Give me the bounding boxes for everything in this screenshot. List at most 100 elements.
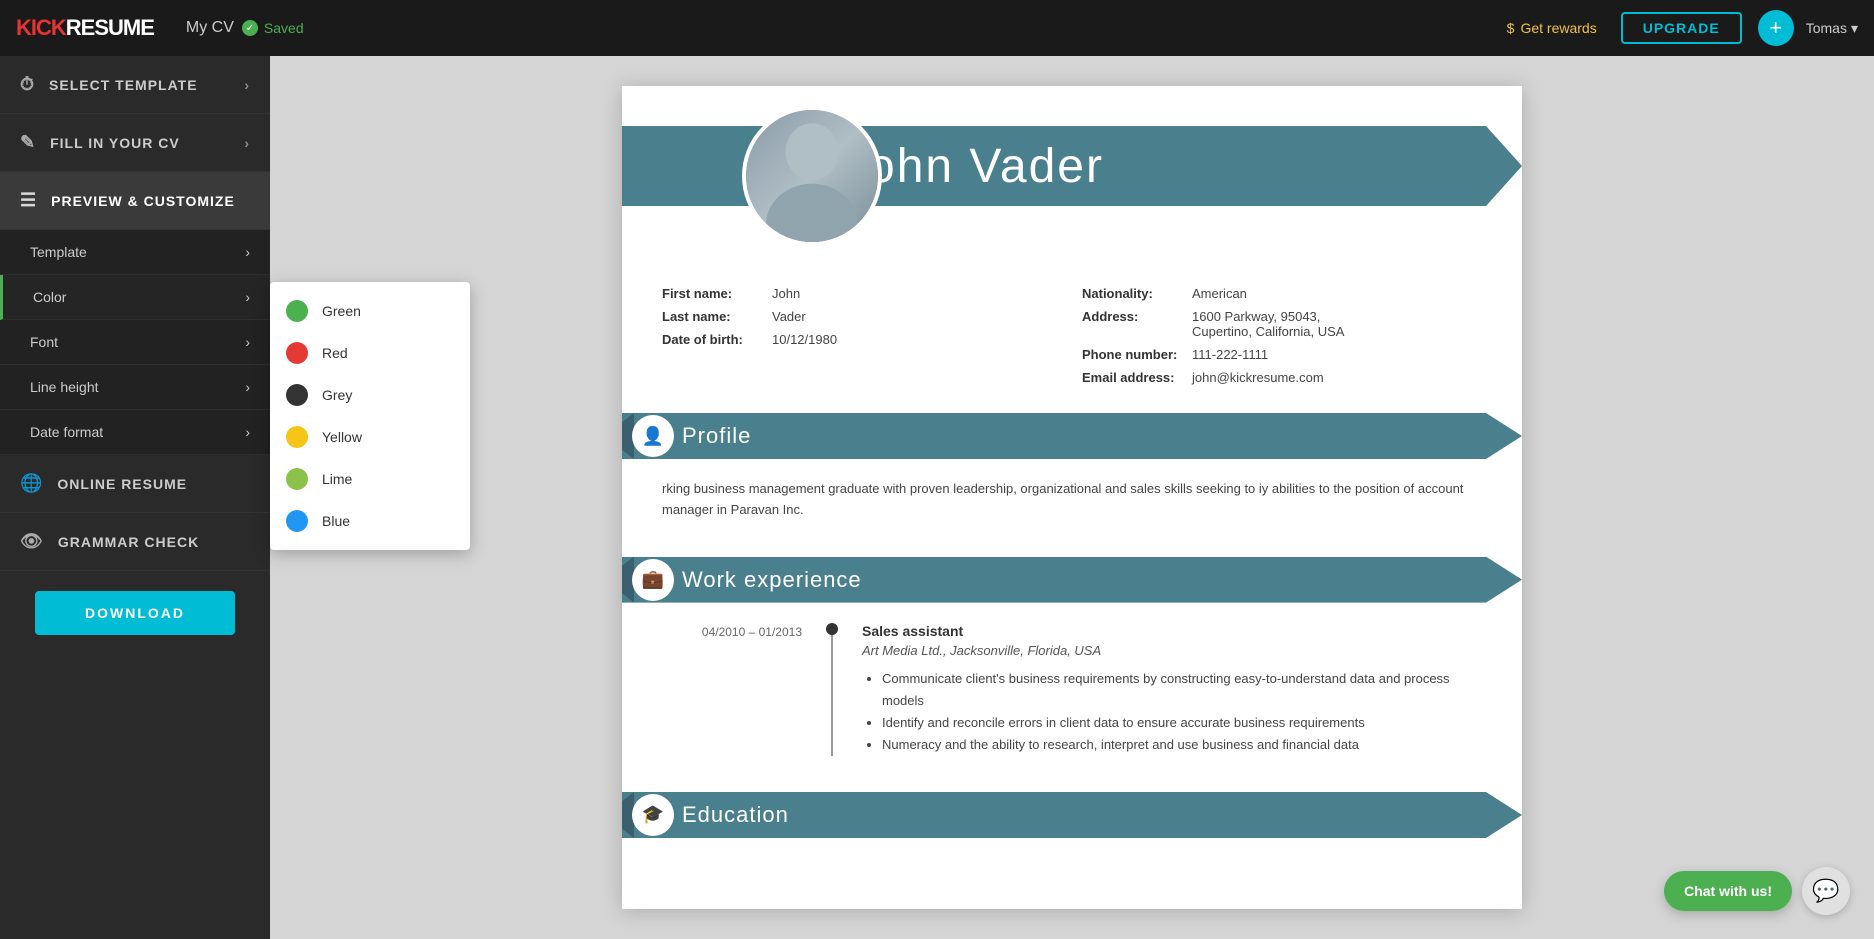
- chevron-right-icon: ›: [244, 135, 250, 151]
- upgrade-button[interactable]: UPGRADE: [1621, 12, 1742, 44]
- profile-icon: 👤: [632, 415, 674, 457]
- info-last-name: Last name: Vader: [662, 309, 1062, 324]
- color-option-red[interactable]: Red: [270, 332, 470, 374]
- resume-area: John Vader First name: John: [270, 56, 1874, 939]
- color-dropdown: Green Red Grey Yellow Lime Blue: [270, 282, 470, 550]
- grey-dot: [286, 384, 308, 406]
- profile-title: Profile: [682, 423, 751, 449]
- rewards-button[interactable]: $ Get rewards: [1507, 20, 1597, 36]
- sidebar-item-preview[interactable]: ☰ PREVIEW & CUSTOMIZE: [0, 172, 270, 230]
- work-content: Sales assistant Art Media Ltd., Jacksonv…: [862, 623, 1482, 756]
- chevron-right-icon: ›: [245, 334, 250, 350]
- info-address: Address: 1600 Parkway, 95043, Cupertino,…: [1082, 309, 1482, 339]
- add-button[interactable]: +: [1758, 10, 1794, 46]
- lime-dot: [286, 468, 308, 490]
- logo-resume: RESUME: [66, 15, 154, 41]
- sidebar-item-select-template[interactable]: ⏱ SELECT TEMPLATE ›: [0, 56, 270, 114]
- saved-label: Saved: [264, 20, 304, 36]
- work-company: Art Media Ltd., Jacksonville, Florida, U…: [862, 643, 1482, 658]
- download-button[interactable]: DOWNLOAD: [35, 591, 235, 635]
- color-option-grey[interactable]: Grey: [270, 374, 470, 416]
- nationality-value: American: [1192, 286, 1247, 301]
- info-col-left: First name: John Last name: Vader Date o…: [662, 286, 1062, 393]
- dob-label: Date of birth:: [662, 332, 772, 347]
- work-date: 04/2010 – 01/2013: [662, 623, 802, 756]
- sidebar-item-label: ONLINE RESUME: [57, 476, 187, 492]
- sidebar: ⏱ SELECT TEMPLATE › ✎ FILL IN YOUR CV › …: [0, 56, 270, 939]
- rewards-label: Get rewards: [1520, 20, 1596, 36]
- nav-saved-status: ✓ Saved: [242, 20, 304, 36]
- user-name: Tomas: [1806, 20, 1847, 36]
- profile-section-header: 👤 Profile: [622, 413, 1522, 459]
- nationality-label: Nationality:: [1082, 286, 1192, 301]
- education-section: 🎓 Education: [622, 792, 1522, 838]
- sidebar-item-fill-in[interactable]: ✎ FILL IN YOUR CV ›: [0, 114, 270, 172]
- lines-icon: ☰: [20, 190, 37, 211]
- work-timeline: [822, 623, 842, 756]
- sidebar-item-label: FILL IN YOUR CV: [50, 135, 180, 151]
- sidebar-item-grammar-check[interactable]: 👁 GRAMMAR CHECK: [0, 513, 270, 571]
- sidebar-sub-line-height[interactable]: Line height ›: [0, 365, 270, 410]
- info-phone: Phone number: 111-222-1111: [1082, 347, 1482, 362]
- yellow-dot: [286, 426, 308, 448]
- sidebar-sub-date-format[interactable]: Date format ›: [0, 410, 270, 455]
- work-section: 💼 Work experience 04/2010 – 01/2013 Sale…: [622, 557, 1522, 776]
- bullet-1: Communicate client's business requiremen…: [882, 668, 1482, 712]
- avatar-image: [746, 110, 878, 242]
- sidebar-sub-font[interactable]: Font ›: [0, 320, 270, 365]
- sidebar-sub-template[interactable]: Template ›: [0, 230, 270, 275]
- phone-label: Phone number:: [1082, 347, 1192, 362]
- email-label: Email address:: [1082, 370, 1192, 385]
- education-section-header: 🎓 Education: [622, 792, 1522, 838]
- first-name-value: John: [772, 286, 800, 301]
- color-option-yellow[interactable]: Yellow: [270, 416, 470, 458]
- color-label: Color: [33, 289, 66, 305]
- edit-icon: ✎: [20, 132, 36, 153]
- work-job-title: Sales assistant: [862, 623, 1482, 639]
- resume-info: First name: John Last name: Vader Date o…: [622, 266, 1522, 413]
- address-value: 1600 Parkway, 95043, Cupertino, Californ…: [1192, 309, 1344, 339]
- resume-header: John Vader: [622, 86, 1522, 266]
- logo[interactable]: KICK RESUME: [16, 15, 154, 41]
- work-icon: 💼: [632, 559, 674, 601]
- color-name-grey: Grey: [322, 387, 352, 403]
- logo-kick: KICK: [16, 15, 66, 41]
- info-col-right: Nationality: American Address: 1600 Park…: [1082, 286, 1482, 393]
- color-name-blue: Blue: [322, 513, 350, 529]
- chat-icon[interactable]: 💬: [1802, 867, 1850, 915]
- chat-button[interactable]: Chat with us!: [1664, 871, 1792, 911]
- template-label: Template: [30, 244, 87, 260]
- color-option-lime[interactable]: Lime: [270, 458, 470, 500]
- sidebar-sub-color[interactable]: Color ›: [0, 275, 270, 320]
- sidebar-item-online-resume[interactable]: 🌐 ONLINE RESUME: [0, 455, 270, 513]
- user-menu[interactable]: Tomas ▾: [1806, 20, 1858, 37]
- main-layout: ⏱ SELECT TEMPLATE › ✎ FILL IN YOUR CV › …: [0, 56, 1874, 939]
- work-entry-0: 04/2010 – 01/2013 Sales assistant Art Me…: [662, 623, 1482, 756]
- work-bullets: Communicate client's business requiremen…: [862, 668, 1482, 756]
- timeline-line: [831, 635, 833, 756]
- education-title: Education: [682, 802, 789, 828]
- chevron-right-icon: ›: [245, 244, 250, 260]
- clock-icon: ⏱: [20, 74, 35, 95]
- timeline-dot: [826, 623, 838, 635]
- info-nationality: Nationality: American: [1082, 286, 1482, 301]
- sidebar-item-label: SELECT TEMPLATE: [49, 77, 198, 93]
- globe-icon: 🌐: [20, 473, 43, 494]
- blue-dot: [286, 510, 308, 532]
- info-dob: Date of birth: 10/12/1980: [662, 332, 1062, 347]
- bullet-2: Identify and reconcile errors in client …: [882, 712, 1482, 734]
- email-value: john@kickresume.com: [1192, 370, 1324, 385]
- work-title: Work experience: [682, 567, 862, 593]
- chevron-right-icon: ›: [245, 289, 250, 305]
- color-option-blue[interactable]: Blue: [270, 500, 470, 542]
- last-name-label: Last name:: [662, 309, 772, 324]
- resume-page: John Vader First name: John: [622, 86, 1522, 909]
- chevron-down-icon: ▾: [1851, 20, 1858, 37]
- last-name-value: Vader: [772, 309, 806, 324]
- sidebar-item-label: PREVIEW & CUSTOMIZE: [51, 193, 235, 209]
- chat-widget: Chat with us! 💬: [1664, 867, 1850, 915]
- color-name-yellow: Yellow: [322, 429, 362, 445]
- info-email: Email address: john@kickresume.com: [1082, 370, 1482, 385]
- profile-section: 👤 Profile rking business management grad…: [622, 413, 1522, 541]
- color-option-green[interactable]: Green: [270, 290, 470, 332]
